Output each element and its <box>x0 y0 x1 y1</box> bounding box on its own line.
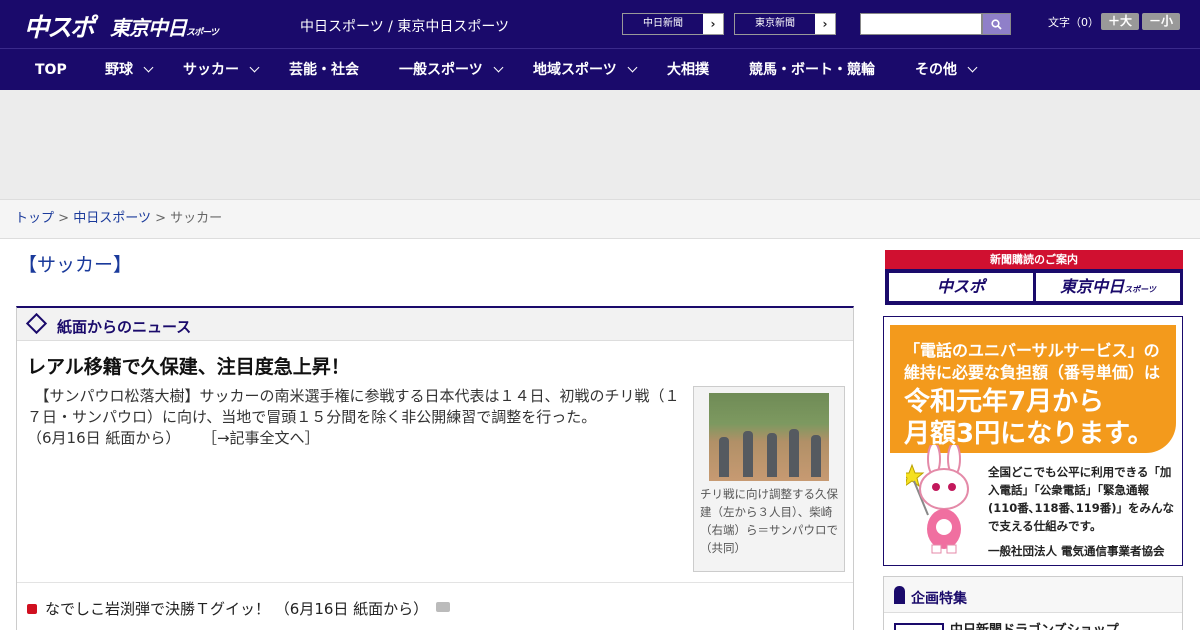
ad-banner-area <box>0 90 1200 200</box>
nav-label: 大相撲 <box>667 62 709 78</box>
subscribe-tokyo-chunichi-label: 東京中日 <box>1060 277 1125 296</box>
player-figure <box>811 435 821 477</box>
nav-label: サッカー <box>183 62 239 78</box>
font-size-label: 文字（0） <box>1048 16 1099 29</box>
chunichi-sports-logo[interactable]: 中スポ <box>24 8 95 44</box>
nav-item-soccer[interactable]: サッカー <box>183 49 260 91</box>
feature-header: 企画特集 <box>884 577 1182 613</box>
player-figure <box>767 433 777 477</box>
font-larger-button[interactable]: ＋大 <box>1101 13 1139 30</box>
tokyo-chunichi-logo-small: スポーツ <box>186 28 219 38</box>
subscription-box: 新聞購読のご案内 中スポ 東京中日スポーツ <box>885 250 1183 305</box>
lead-date: （6月16日 紙面から） <box>27 429 181 447</box>
subscribe-tokyo-chunichi-small: スポーツ <box>1124 285 1156 294</box>
feature-item-dragons-shop[interactable]: 中日新聞ドラゴンズショップ <box>950 619 1119 630</box>
breadcrumb-top-link[interactable]: トップ <box>15 211 54 226</box>
breadcrumb: トップ > 中日スポーツ > サッカー <box>0 200 1200 239</box>
player-figure <box>743 431 753 477</box>
universal-service-ad[interactable]: 「電話のユニバーサルサービス」の 維持に必要な負担額（番号単価）は 令和元年7月… <box>883 316 1183 566</box>
ad-body: 全国どこでも公平に利用できる「加入電話」「公衆電話」「緊急通報(110番､118… <box>988 465 1175 533</box>
news-box-header: 紙面からのニュース <box>17 308 853 341</box>
breadcrumb-current: サッカー <box>170 211 223 226</box>
play-icon <box>27 604 37 614</box>
site-title: 中日スポーツ / 東京中日スポーツ <box>300 19 510 35</box>
nav-label: その他 <box>915 62 957 78</box>
chunichi-shimbun-button[interactable]: 中日新聞 › <box>622 13 724 35</box>
nav-item-general-sports[interactable]: 一般スポーツ <box>399 49 504 91</box>
nav-label: 一般スポーツ <box>399 62 483 78</box>
nav-label: 競馬・ボート・競輪 <box>749 62 875 78</box>
nav-label: TOP <box>35 62 67 78</box>
newspaper-news-box: 紙面からのニュース レアル移籍で久保建、注目度急上昇！ 【サンパウロ松落大樹】サ… <box>16 306 854 630</box>
photo-caption: チリ戦に向け調整する久保建（左から３人目）、柴崎（右端）ら＝サンパウロで（共同） <box>700 487 838 555</box>
chevron-down-icon <box>493 62 504 73</box>
chevron-right-icon: › <box>710 17 716 31</box>
sub-news-text: なでしこ岩渕弾で決勝Ｔグイッ！ （6月16日 紙面から） <box>45 600 429 618</box>
subscribe-tokyo-chunichi-button[interactable]: 東京中日スポーツ <box>1036 273 1180 301</box>
camera-icon <box>436 602 451 612</box>
article-lead: 【サンパウロ松落大樹】サッカーの南米選手権に参戦する日本代表は１４日、初戦のチリ… <box>27 386 687 449</box>
page-title: 【サッカー】 <box>18 254 133 276</box>
ad-headline-panel: 「電話のユニバーサルサービス」の 維持に必要な負担額（番号単価）は 令和元年7月… <box>890 325 1176 453</box>
newspaper-icon <box>25 312 48 335</box>
nav-label: 地域スポーツ <box>533 62 617 78</box>
article-headline[interactable]: レアル移籍で久保建、注目度急上昇！ <box>27 352 350 379</box>
nav-item-baseball[interactable]: 野球 <box>105 49 154 91</box>
breadcrumb-separator: > <box>58 211 70 226</box>
search-icon <box>991 19 1002 30</box>
chevron-down-icon <box>249 62 260 73</box>
player-figure <box>719 437 729 477</box>
tokyo-shimbun-label: 東京新聞 <box>735 14 815 34</box>
article-photo[interactable] <box>709 393 829 481</box>
search-button[interactable] <box>982 13 1011 35</box>
divider <box>17 582 853 583</box>
feature-thumbnail[interactable] <box>894 623 944 630</box>
nav-label: 芸能・社会 <box>289 62 359 78</box>
chunichi-shimbun-label: 中日新聞 <box>623 14 703 34</box>
nav-item-racing[interactable]: 競馬・ボート・競輪 <box>749 49 875 91</box>
chevron-right-icon: › <box>822 17 828 31</box>
nav-item-entertainment[interactable]: 芸能・社会 <box>289 49 359 91</box>
lead-text: 【サンパウロ松落大樹】サッカーの南米選手権に参戦する日本代表は１４日、初戦のチリ… <box>27 387 680 426</box>
nav-item-sumo[interactable]: 大相撲 <box>667 49 709 91</box>
main-nav: TOP 野球 サッカー 芸能・社会 一般スポーツ 地域スポーツ 大相撲 競馬・ボ… <box>0 48 1200 90</box>
nav-item-other[interactable]: その他 <box>915 49 978 91</box>
subscribe-chuspo-button[interactable]: 中スポ <box>889 273 1033 301</box>
breadcrumb-separator: > <box>155 211 166 226</box>
site-header: 中スポ 東京中日スポーツ 中日スポーツ / 東京中日スポーツ 中日新聞 › 東京… <box>0 0 1200 48</box>
tokyo-chunichi-logo-text: 東京中日 <box>110 16 187 40</box>
sub-news-item[interactable]: なでしこ岩渕弾で決勝Ｔグイッ！ （6月16日 紙面から） <box>27 598 451 619</box>
subscription-band: 新聞購読のご案内 <box>885 250 1183 269</box>
article-photo-box: チリ戦に向け調整する久保建（左から３人目）、柴崎（右端）ら＝サンパウロで（共同） <box>693 386 845 572</box>
chevron-down-icon <box>627 62 638 73</box>
feature-box: 企画特集 中日新聞ドラゴンズショップ <box>883 576 1183 630</box>
player-figure <box>789 429 799 477</box>
nav-item-local-sports[interactable]: 地域スポーツ <box>533 49 638 91</box>
breadcrumb-chunichi-link[interactable]: 中日スポーツ <box>73 211 151 226</box>
font-smaller-button[interactable]: －小 <box>1142 13 1180 30</box>
chevron-down-icon <box>143 62 154 73</box>
tokyo-chunichi-logo[interactable]: 東京中日スポーツ <box>110 12 219 41</box>
nav-item-top[interactable]: TOP <box>35 49 67 91</box>
chevron-down-icon <box>967 62 978 73</box>
tokyo-shimbun-button[interactable]: 東京新聞 › <box>734 13 836 35</box>
ad-line-2: 維持に必要な負担額（番号単価）は <box>904 363 1161 382</box>
nav-label: 野球 <box>105 62 133 78</box>
ad-organization: 一般社団法人 電気通信事業者協会 <box>988 544 1165 558</box>
feature-title: 企画特集 <box>911 591 967 607</box>
search-input[interactable] <box>860 13 982 35</box>
bunny-mascot-icon <box>906 445 969 554</box>
ad-line-1: 「電話のユニバーサルサービス」の <box>904 341 1160 360</box>
ribbon-icon <box>894 586 905 604</box>
read-more-link[interactable]: ［→記事全文へ］ <box>202 429 320 447</box>
news-box-title: 紙面からのニュース <box>57 318 192 336</box>
